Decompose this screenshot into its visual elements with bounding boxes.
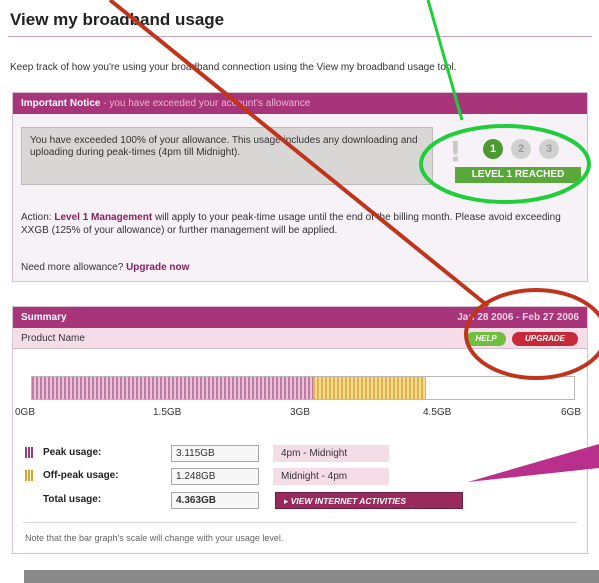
title-divider [8, 36, 592, 37]
important-notice-panel: Important Notice - you have exceeded you… [12, 92, 588, 282]
peak-usage-bar [32, 377, 313, 399]
level-1-icon: 1 [483, 139, 503, 159]
scale-tick-4: 6GB [561, 407, 582, 418]
intro-text: Keep track of how you're using your broa… [10, 62, 457, 73]
scale-tick-1: 1.5GB [153, 407, 182, 418]
offpeak-usage-row: Off-peak usage: 1.248GB Midnight - 4pm [25, 468, 485, 486]
summary-divider [23, 522, 577, 523]
total-usage-value: 4.363GB [171, 492, 259, 509]
notice-header-subtitle: - you have exceeded your account's allow… [100, 98, 311, 109]
offpeak-usage-value: 1.248GB [171, 468, 259, 485]
action-text: Action: Level 1 Management will apply to… [21, 211, 581, 237]
scale-tick-3: 4.5GB [423, 407, 452, 418]
scale-tick-0: 0GB [15, 407, 36, 418]
total-usage-row: Total usage: 4.363GB ▸ VIEW INTERNET ACT… [25, 492, 485, 510]
page-title: View my broadband usage [10, 10, 225, 29]
billing-date-range: Jan 28 2006 - Feb 27 2006 [457, 312, 579, 323]
product-row: Product Name HELP UPGRADE [13, 328, 587, 349]
total-usage-label: Total usage: [43, 494, 102, 505]
usage-bar [31, 376, 575, 400]
notice-header-title: Important Notice [21, 98, 101, 109]
level-2-icon: 2 [511, 139, 531, 159]
peak-usage-value: 3.115GB [171, 445, 259, 462]
offpeak-time-range: Midnight - 4pm [273, 468, 389, 485]
peak-swatch-icon [25, 447, 34, 458]
scale-note: Note that the bar graph's scale will cha… [25, 533, 284, 543]
need-more-allowance: Need more allowance? Upgrade now [21, 262, 189, 273]
offpeak-usage-bar [313, 377, 426, 399]
summary-title: Summary [21, 312, 67, 323]
upgrade-now-link[interactable]: Upgrade now [126, 262, 189, 273]
notice-message: You have exceeded 100% of your allowance… [21, 127, 433, 185]
scale-tick-2: 3GB [290, 407, 311, 418]
action-prefix: Action: [21, 212, 55, 223]
level-reached-badge: LEVEL 1 REACHED [455, 167, 581, 183]
product-name: Product Name [21, 333, 85, 344]
peak-usage-label: Peak usage: [43, 447, 102, 458]
summary-panel: Summary Jan 28 2006 - Feb 27 2006 Produc… [12, 306, 588, 554]
help-button[interactable]: HELP [466, 332, 506, 346]
notice-header: Important Notice - you have exceeded you… [13, 93, 587, 114]
footer-bar [24, 570, 599, 583]
summary-header: Summary Jan 28 2006 - Feb 27 2006 [13, 307, 587, 328]
offpeak-swatch-icon [25, 470, 34, 481]
view-internet-activities-button[interactable]: ▸ VIEW INTERNET ACTIVITIES [275, 492, 463, 509]
peak-time-range: 4pm - Midnight [273, 445, 389, 462]
exclamation-icon: ! [449, 135, 462, 168]
level-indicator: ! 1 2 3 LEVEL 1 REACHED [445, 131, 583, 191]
need-more-text: Need more allowance? [21, 262, 127, 273]
level-3-icon: 3 [539, 139, 559, 159]
upgrade-button[interactable]: UPGRADE [512, 332, 578, 346]
peak-usage-row: Peak usage: 3.115GB 4pm - Midnight [25, 445, 485, 463]
level-management-link[interactable]: Level 1 Management [54, 212, 152, 223]
offpeak-usage-label: Off-peak usage: [43, 470, 119, 481]
